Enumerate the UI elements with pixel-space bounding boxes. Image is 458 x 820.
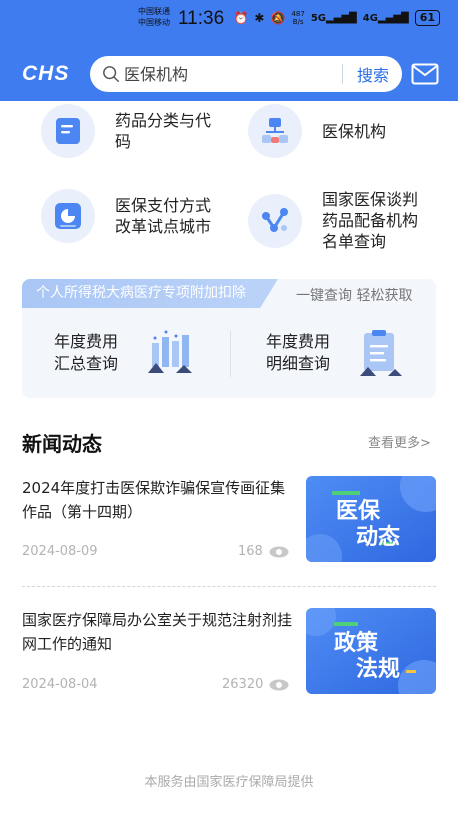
alarm-icon: ⏰	[233, 11, 249, 25]
tax-divider	[230, 331, 231, 377]
signal-icon-1: 5G▂▄▆█	[310, 12, 357, 24]
app-header: 中国联通 中国移动 11:36 ⏰ ✱ 🔕 487 B/s 5G▂▄▆█ 4G▂…	[0, 0, 458, 101]
tile-icon-bg	[41, 104, 95, 158]
news-divider	[22, 586, 436, 587]
annual-summary-query[interactable]: 年度费用 汇总查询	[54, 331, 118, 375]
tax-deduction-card: 个人所得税大病医疗专项附加扣除 一键查询 轻松获取 年度费用 汇总查询 年度费用…	[22, 279, 436, 398]
bar-chart-icon	[148, 330, 192, 373]
carrier-1: 中国联通	[138, 7, 170, 16]
tax-slogan: 一键查询 轻松获取	[296, 288, 413, 304]
bluetooth-icon: ✱	[254, 11, 265, 25]
mail-icon[interactable]	[411, 63, 439, 85]
search-bar[interactable]: 搜索	[90, 56, 402, 92]
mute-icon: 🔕	[270, 11, 286, 25]
tile-label: 药品分类与代 码	[115, 111, 212, 151]
news-item[interactable]: 国家医疗保障局办公室关于规范注射剂挂网工作的通知 2024-08-04 2632…	[22, 608, 436, 698]
tax-deduction-tag: 个人所得税大病医疗专项附加扣除	[22, 279, 278, 308]
annual-detail-query[interactable]: 年度费用 明细查询	[266, 331, 330, 375]
thumb-text-line2: 法规	[356, 657, 400, 682]
tile-medical-institutions[interactable]: 医保机构	[248, 104, 386, 158]
org-chart-icon	[262, 118, 288, 143]
thumb-text-line2: 动态	[356, 524, 400, 550]
tile-negotiated-drug-institutions[interactable]: 国家医保谈判 药品配备机构 名单查询	[248, 189, 418, 252]
tile-payment-reform-cities[interactable]: 医保支付方式 改革试点城市	[41, 189, 211, 243]
search-input[interactable]	[124, 64, 324, 84]
news-section-title: 新闻动态	[22, 432, 102, 456]
tile-icon-bg	[248, 104, 302, 158]
news-item-views: 168	[238, 544, 289, 559]
news-item-views: 26320	[222, 677, 289, 692]
thumb-text-line1: 政策	[334, 630, 379, 656]
eye-icon	[269, 679, 289, 690]
document-icon	[56, 118, 80, 144]
carrier-2: 中国移动	[138, 18, 170, 27]
status-icons: ⏰ ✱ 🔕 487 B/s 5G▂▄▆█ 4G▂▄▆█ 61	[233, 10, 440, 26]
news-item-date: 2024-08-04	[22, 677, 98, 692]
view-more-link[interactable]: 查看更多>	[368, 432, 431, 451]
footer-provider-text: 本服务由国家医疗保障局提供	[144, 775, 314, 790]
news-item[interactable]: 2024年度打击医保欺诈骗保宣传画征集作品（第十四期） 2024-08-09 1…	[22, 476, 436, 566]
search-icon	[103, 66, 119, 82]
news-thumbnail: 医保 动态	[306, 476, 436, 562]
network-icon	[262, 207, 288, 232]
pie-card-icon	[55, 203, 81, 229]
chs-logo: CHS	[22, 62, 70, 85]
clipboard-icon	[360, 330, 402, 376]
tile-icon-bg	[248, 193, 302, 248]
battery-icon: 61	[414, 10, 440, 26]
status-bar: 中国联通 中国移动 11:36 ⏰ ✱ 🔕 487 B/s 5G▂▄▆█ 4G▂…	[0, 0, 458, 38]
tile-label: 国家医保谈判 药品配备机构 名单查询	[322, 190, 419, 251]
news-thumbnail: 政策 法规	[306, 608, 436, 694]
thumb-text-line1: 医保	[336, 499, 381, 524]
search-divider	[342, 64, 343, 84]
news-item-title: 2024年度打击医保欺诈骗保宣传画征集作品（第十四期）	[22, 479, 286, 521]
tile-label: 医保机构	[322, 121, 387, 141]
carrier-names: 中国联通 中国移动	[138, 6, 170, 28]
search-button[interactable]: 搜索	[357, 62, 389, 86]
signal-icon-2: 4G▂▄▆█	[362, 12, 409, 24]
tile-icon-bg	[41, 189, 95, 243]
news-item-title: 国家医疗保障局办公室关于规范注射剂挂网工作的通知	[22, 611, 293, 653]
tile-drug-classification[interactable]: 药品分类与代 码	[41, 104, 211, 158]
status-time: 11:36	[178, 8, 225, 29]
eye-icon	[269, 546, 289, 557]
news-item-date: 2024-08-09	[22, 544, 98, 559]
tile-label: 医保支付方式 改革试点城市	[115, 196, 212, 236]
net-speed: 487 B/s	[291, 10, 305, 26]
